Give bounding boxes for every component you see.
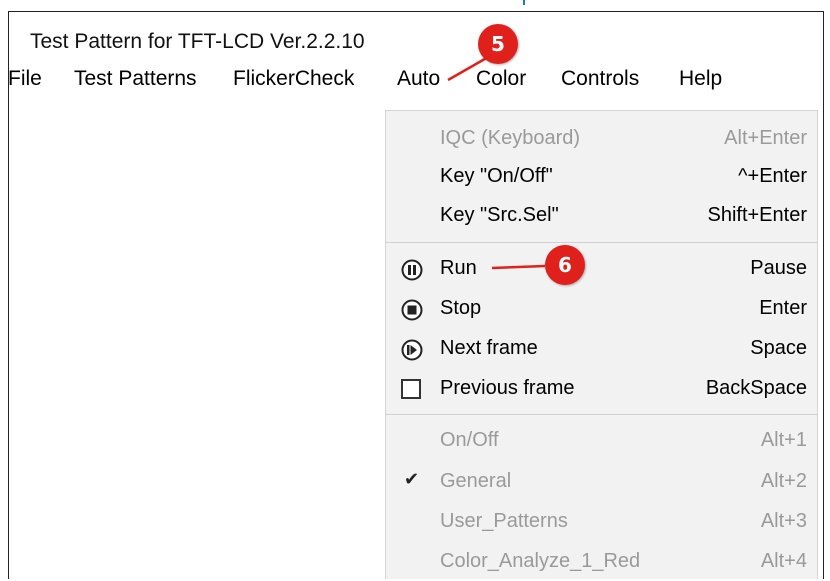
menu-item-label: Stop xyxy=(440,297,482,319)
menu-item-run[interactable]: Run Pause xyxy=(386,250,817,288)
menu-auto[interactable]: Auto xyxy=(397,67,440,91)
menu-item-shortcut: Alt+2 xyxy=(760,470,807,492)
menu-item-shortcut: Alt+1 xyxy=(760,429,807,451)
menu-item-label: Key "On/Off" xyxy=(440,165,553,187)
step-badge-6: 6 xyxy=(545,245,585,285)
checkmark-icon: ✔ xyxy=(404,469,420,489)
menu-item-stop[interactable]: Stop Enter xyxy=(386,290,817,328)
auto-menu-dropdown: IQC (Keyboard) Alt+Enter Key "On/Off" ^+… xyxy=(385,110,818,579)
stop-icon xyxy=(401,299,423,321)
menu-item-shortcut: Pause xyxy=(750,257,807,279)
menu-separator xyxy=(386,414,817,415)
menu-bar: File Test Patterns FlickerCheck Auto Col… xyxy=(0,67,822,103)
menu-item-on-off[interactable]: On/Off Alt+1 xyxy=(386,422,817,460)
menu-separator xyxy=(386,242,817,243)
menu-item-shortcut: Alt+4 xyxy=(760,550,807,572)
menu-item-shortcut: Alt+3 xyxy=(760,510,807,532)
menu-item-label: User_Patterns xyxy=(440,510,568,532)
menu-test-patterns[interactable]: Test Patterns xyxy=(74,67,197,91)
menu-color[interactable]: Color xyxy=(476,67,526,91)
menu-item-label: Run xyxy=(440,257,477,279)
menu-item-label: IQC (Keyboard) xyxy=(440,127,581,149)
menu-item-label: On/Off xyxy=(440,429,499,451)
menu-item-key-src-sel[interactable]: Key "Src.Sel" Shift+Enter xyxy=(386,197,817,235)
pause-icon xyxy=(401,259,423,281)
menu-item-shortcut: Shift+Enter xyxy=(707,204,807,226)
menu-item-color-analyze-1-red[interactable]: Color_Analyze_1_Red Alt+4 xyxy=(386,543,817,581)
menu-item-label: Color_Analyze_1_Red xyxy=(440,550,641,572)
next-frame-icon xyxy=(401,339,423,361)
menu-file[interactable]: File xyxy=(8,67,42,91)
menu-item-previous-frame[interactable]: Previous frame BackSpace xyxy=(386,370,817,408)
menu-item-iqc-keyboard[interactable]: IQC (Keyboard) Alt+Enter xyxy=(386,120,817,158)
title-bar: Test Pattern for TFT-LCD Ver.2.2.10 xyxy=(9,12,823,70)
menu-item-general[interactable]: ✔ General Alt+2 xyxy=(386,463,817,501)
menu-item-shortcut: Alt+Enter xyxy=(724,127,807,149)
menu-item-user-patterns[interactable]: User_Patterns Alt+3 xyxy=(386,503,817,541)
window-title: Test Pattern for TFT-LCD Ver.2.2.10 xyxy=(30,30,365,53)
menu-item-shortcut: ^+Enter xyxy=(738,165,807,187)
menu-item-key-on-off[interactable]: Key "On/Off" ^+Enter xyxy=(386,158,817,196)
menu-help[interactable]: Help xyxy=(679,67,722,91)
menu-item-label: Next frame xyxy=(440,337,538,359)
cropped-fragment xyxy=(517,0,525,5)
top-sliver xyxy=(0,0,830,11)
menu-item-next-frame[interactable]: Next frame Space xyxy=(386,330,817,368)
menu-item-label: Key "Src.Sel" xyxy=(440,204,559,226)
checkbox-icon xyxy=(401,379,421,399)
menu-item-shortcut: BackSpace xyxy=(705,377,807,399)
menu-item-shortcut: Space xyxy=(750,337,807,359)
menu-item-shortcut: Enter xyxy=(759,297,807,319)
menu-flickercheck[interactable]: FlickerCheck xyxy=(233,67,354,91)
step-badge-5: 5 xyxy=(478,24,518,64)
menu-item-label: Previous frame xyxy=(440,377,575,399)
menu-item-label: General xyxy=(440,470,512,492)
menu-controls[interactable]: Controls xyxy=(561,67,639,91)
